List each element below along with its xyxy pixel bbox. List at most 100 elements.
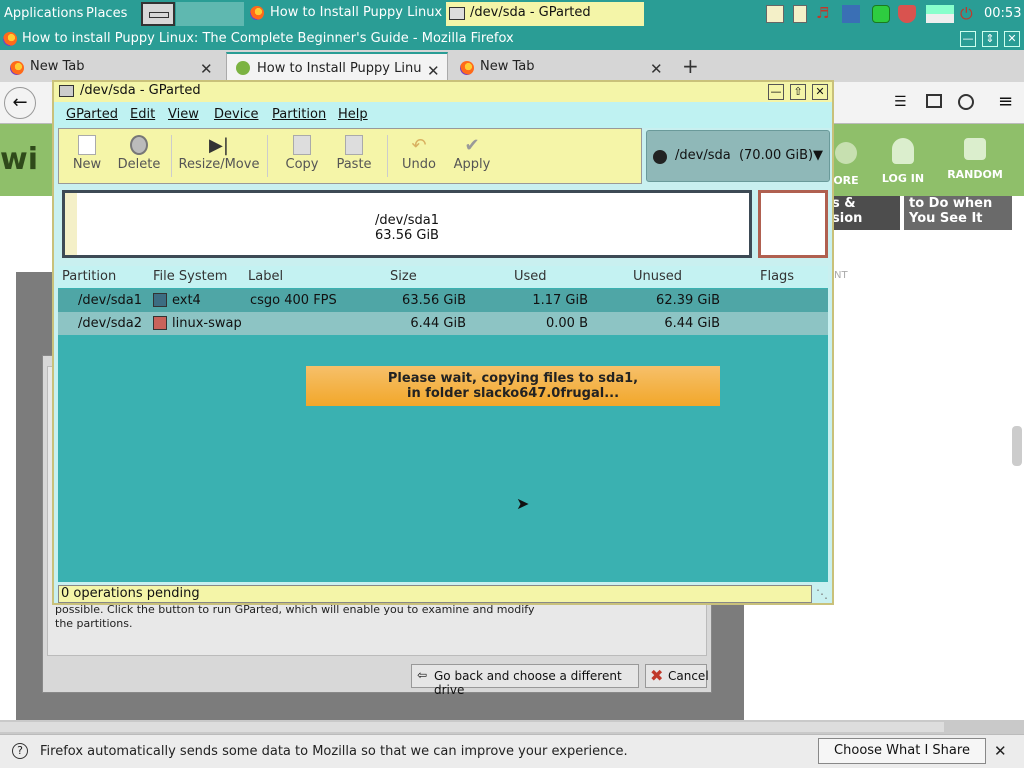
tab-new-2[interactable]: New Tab ✕: [450, 52, 674, 82]
fs-color-swatch: [153, 293, 167, 307]
firefox-titlebar: How to install Puppy Linux: The Complete…: [0, 28, 1024, 50]
workspace-2[interactable]: [176, 2, 210, 26]
wait-message-line2: in folder slacko647.0frugal...: [406, 386, 620, 401]
power-icon[interactable]: ⏻: [960, 4, 973, 24]
applications-menu[interactable]: Applications: [4, 6, 83, 21]
back-arrow-icon: ⇦: [417, 668, 428, 682]
column-label[interactable]: Label: [248, 269, 283, 284]
close-button[interactable]: ✕: [812, 84, 828, 100]
tab-label: New Tab: [30, 59, 85, 74]
taskbar-gparted[interactable]: /dev/sda - GParted: [446, 2, 644, 26]
card-text: to Do when: [909, 196, 993, 211]
delete-button[interactable]: Delete: [113, 129, 165, 183]
nav-login[interactable]: LOG IN: [869, 132, 937, 196]
paste-icon: [345, 135, 363, 155]
tab-label: New Tab: [480, 59, 535, 74]
choose-what-i-share-button[interactable]: Choose What I Share: [818, 738, 986, 764]
toolbar-label: Copy: [285, 157, 319, 172]
cancel-button[interactable]: ✖ Cancel: [645, 664, 709, 688]
resize-icon: ▶|: [209, 135, 229, 156]
cell-used: 0.00 B: [546, 316, 588, 331]
column-partition[interactable]: Partition: [62, 269, 116, 284]
disk-icon: [653, 150, 667, 164]
minimize-button[interactable]: —: [768, 84, 784, 100]
menu-label: Partition: [272, 107, 327, 122]
library-icon[interactable]: ☰: [894, 94, 907, 110]
taskbar-firefox[interactable]: How to Install Puppy Linux:: [246, 2, 442, 26]
copy-button[interactable]: Copy: [281, 129, 323, 183]
tab-new-1[interactable]: New Tab ✕: [0, 52, 224, 82]
taskbar-gparted-label: /dev/sda - GParted: [470, 5, 591, 20]
resize-grip-icon[interactable]: ⋱: [816, 587, 828, 601]
tab-how-to-install[interactable]: How to Install Puppy Linu ✕: [226, 52, 448, 82]
places-menu[interactable]: Places: [86, 6, 127, 21]
workspace-1[interactable]: [141, 2, 175, 26]
account-icon[interactable]: [958, 94, 974, 110]
apply-button[interactable]: ✔ Apply: [449, 129, 495, 183]
minimize-button[interactable]: —: [960, 31, 976, 47]
device-selector[interactable]: /dev/sda (70.00 GiB) ▼: [646, 130, 830, 182]
volume-icon[interactable]: ♬: [816, 4, 829, 22]
copy-progress-message: Please wait, copying files to sda1, in f…: [306, 366, 720, 406]
storage-icon[interactable]: [872, 5, 890, 23]
menu-help[interactable]: Help: [338, 107, 368, 122]
firefox-icon: [3, 32, 17, 46]
cancel-label: Cancel: [668, 669, 709, 683]
network-icon[interactable]: [842, 5, 860, 23]
maximize-button[interactable]: ⇧: [790, 84, 806, 100]
menu-icon[interactable]: ≡: [998, 91, 1013, 112]
close-button[interactable]: ✕: [1004, 31, 1020, 47]
menu-edit[interactable]: Edit: [130, 107, 155, 122]
help-icon: ?: [12, 743, 28, 759]
firewall-shield-icon[interactable]: [898, 5, 916, 23]
close-tab-icon[interactable]: ✕: [200, 60, 213, 78]
workspace-3[interactable]: [210, 2, 244, 26]
horizontal-scrollbar[interactable]: [0, 722, 944, 732]
firefox-icon: [10, 61, 24, 75]
menu-gparted[interactable]: GParted: [66, 107, 118, 122]
menu-partition[interactable]: Partition: [272, 107, 326, 122]
back-arrow-icon[interactable]: ←: [4, 87, 36, 119]
resize-move-button[interactable]: ▶| Resize/Move: [177, 129, 261, 183]
close-tab-icon[interactable]: ✕: [650, 60, 663, 78]
column-file-system[interactable]: File System: [153, 269, 227, 284]
menu-label: GParted: [66, 107, 118, 122]
section-label: NT: [834, 270, 848, 281]
maximize-button[interactable]: ⇕: [982, 31, 998, 47]
gparted-titlebar: /dev/sda - GParted — ⇧ ✕: [54, 82, 832, 102]
menu-label: View: [168, 107, 199, 122]
nav-label: LOG IN: [881, 172, 925, 185]
paste-button[interactable]: Paste: [331, 129, 377, 183]
related-article-card-1[interactable]: s & sion: [826, 196, 900, 230]
disk-map-sda1[interactable]: /dev/sda1 63.56 GiB: [62, 190, 752, 258]
toolbar-separator: [387, 135, 388, 177]
sidebar-icon[interactable]: [926, 94, 942, 108]
cell-file-system: linux-swap: [172, 316, 242, 331]
go-back-button[interactable]: ⇦ Go back and choose a different drive: [411, 664, 639, 697]
menu-label: Help: [338, 107, 368, 122]
close-notification-icon[interactable]: ✕: [994, 742, 1007, 760]
page-scrollbar[interactable]: [1012, 426, 1022, 466]
mouse-cursor-icon: ➤: [516, 494, 530, 513]
dice-icon: [964, 138, 986, 160]
undo-button[interactable]: ↶ Undo: [397, 129, 441, 183]
menu-view[interactable]: View: [168, 107, 199, 122]
column-size[interactable]: Size: [390, 269, 417, 284]
column-unused[interactable]: Unused: [633, 269, 682, 284]
related-article-card-2[interactable]: to Do when You See It: [904, 196, 1012, 230]
clipboard-icon[interactable]: [793, 5, 807, 23]
go-back-label: Go back and choose a different drive: [434, 669, 622, 697]
new-button[interactable]: New: [65, 129, 109, 183]
disk-map-partition-size: 63.56 GiB: [375, 228, 439, 243]
column-used[interactable]: Used: [514, 269, 547, 284]
menu-device[interactable]: Device: [214, 107, 258, 122]
column-flags[interactable]: Flags: [760, 269, 794, 284]
table-row[interactable]: /dev/sda1 ext4 csgo 400 FPS 63.56 GiB 1.…: [58, 289, 828, 312]
table-row[interactable]: /dev/sda2 linux-swap 6.44 GiB 0.00 B 6.4…: [58, 312, 828, 335]
disk-map-sda2[interactable]: [758, 190, 828, 258]
new-tab-plus-icon[interactable]: +: [682, 54, 699, 78]
notes-icon[interactable]: [766, 5, 784, 23]
close-tab-icon[interactable]: ✕: [427, 62, 440, 80]
cell-size: 6.44 GiB: [410, 316, 466, 331]
nav-random[interactable]: RANDOM: [941, 132, 1009, 196]
